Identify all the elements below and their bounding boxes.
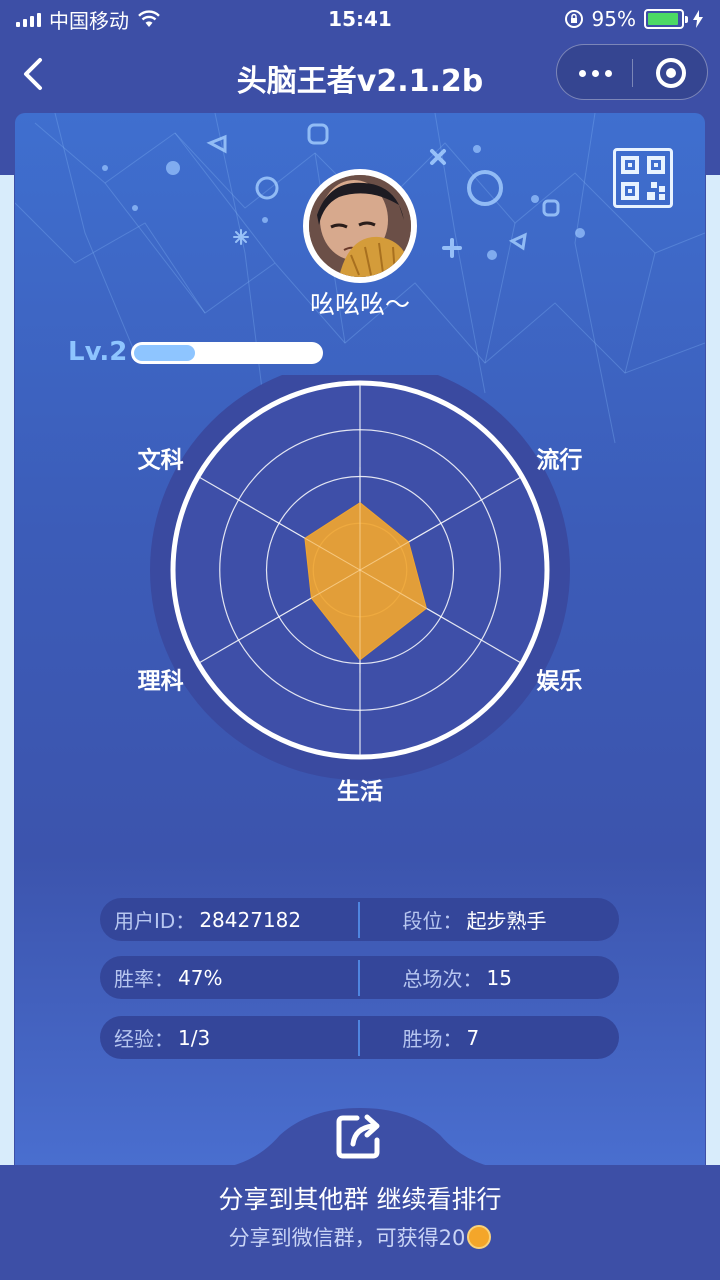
side-strip-right [706, 175, 720, 1165]
wifi-icon [138, 10, 160, 27]
qr-code-button[interactable] [613, 148, 673, 208]
stat-value: 1/3 [178, 1025, 211, 1050]
back-button[interactable] [14, 54, 54, 94]
stat-key: 胜场： [402, 1027, 463, 1051]
status-right: 95% [564, 7, 704, 31]
close-button[interactable] [633, 45, 709, 101]
level-label: Lv.2 [68, 337, 128, 367]
share-subtitle: 分享到微信群，可获得20 [0, 1222, 720, 1252]
status-bar: 中国移动 15:41 95% [0, 0, 720, 38]
chevron-left-icon [24, 58, 42, 90]
stat-cell: 经验： 1/3 [100, 1023, 358, 1052]
battery-fill [648, 13, 679, 25]
stat-row: 用户ID： 28427182 段位： 起步熟手 [100, 898, 619, 941]
avatar[interactable] [303, 169, 417, 283]
more-button[interactable] [557, 45, 633, 101]
radar-axis-label: 流行 [536, 447, 582, 474]
stat-cell: 段位： 起步熟手 [360, 905, 619, 934]
nickname: 吆吆吆～ [309, 290, 410, 319]
avatar-image [309, 175, 411, 277]
radar-axis-label: 娱乐 [536, 669, 582, 695]
battery-icon [644, 9, 688, 29]
signal-icon [16, 11, 41, 27]
stat-key: 总场次： [402, 967, 483, 991]
stat-row: 胜率： 47% 总场次： 15 [100, 956, 619, 999]
share-subtitle-text: 分享到微信群，可获得20 [228, 1226, 466, 1250]
stat-cell: 胜场： 7 [360, 1023, 619, 1052]
stat-key: 胜率： [114, 967, 174, 991]
battery-percent: 95% [591, 7, 636, 31]
stat-key: 经验： [114, 1027, 174, 1051]
level-progress-fill [134, 345, 196, 361]
carrier-label: 中国移动 [49, 8, 129, 33]
radar-axis-label: 理科 [138, 669, 184, 695]
mini-program-capsule [556, 44, 708, 100]
radar-axis-label: 文科 [138, 447, 184, 474]
share-title[interactable]: 分享到其他群 继续看排行 [0, 1180, 720, 1216]
side-strip-left [0, 175, 14, 1165]
status-left: 中国移动 [16, 5, 161, 34]
radar-chart: 文艺流行娱乐生活理科文科 [138, 375, 582, 805]
more-dot-icon [591, 69, 599, 77]
stat-cell: 用户ID： 28427182 [100, 905, 358, 934]
more-dot-icon [578, 69, 586, 77]
rotation-lock-icon [564, 10, 583, 28]
qr-code-icon [621, 156, 665, 200]
share-icon [336, 1114, 380, 1159]
radar-axis-label: 生活 [337, 779, 383, 805]
stat-value: 47% [178, 965, 223, 990]
stat-cell: 胜率： 47% [100, 963, 358, 992]
charging-icon [693, 10, 703, 28]
stat-value: 15 [486, 965, 512, 990]
more-dot-icon [604, 69, 612, 77]
share-button[interactable] [333, 1108, 387, 1162]
stat-value: 28427182 [199, 907, 302, 932]
stat-key: 用户ID： [114, 909, 196, 933]
target-icon [656, 58, 686, 88]
nav-bar: 头脑王者v2.1.2b [0, 38, 720, 112]
level-progress-bar [131, 342, 323, 364]
coin-icon [467, 1225, 492, 1249]
stat-value: 7 [466, 1025, 480, 1050]
profile-card: 吆吆吆～ Lv.2 文艺流行娱乐生活理科文科 用户ID： 28427182 段位… [15, 113, 705, 1173]
stat-row: 经验： 1/3 胜场： 7 [100, 1016, 619, 1059]
stat-cell: 总场次： 15 [360, 963, 619, 992]
stat-key: 段位： [402, 909, 463, 933]
stat-value: 起步熟手 [466, 909, 547, 933]
